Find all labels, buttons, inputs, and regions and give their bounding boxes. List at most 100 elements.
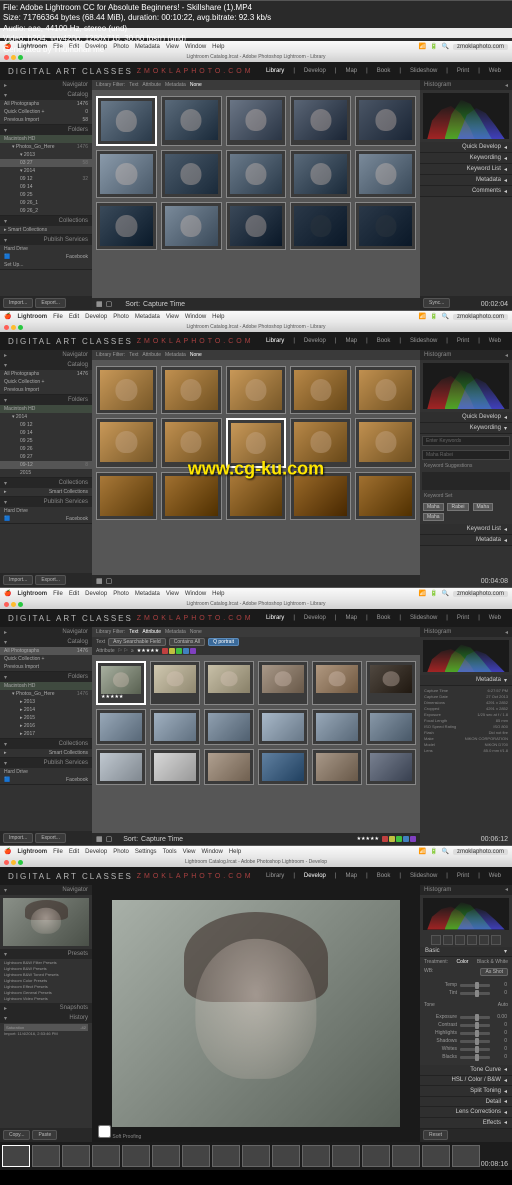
reset-button[interactable]: Reset bbox=[423, 1130, 448, 1140]
spot-tool-icon[interactable] bbox=[443, 935, 453, 945]
thumbnail[interactable] bbox=[290, 96, 351, 146]
gradient-tool-icon[interactable] bbox=[467, 935, 477, 945]
module-library[interactable]: Library bbox=[263, 68, 287, 74]
thumbnail[interactable] bbox=[226, 366, 287, 414]
thumbnail[interactable] bbox=[96, 96, 157, 146]
thumbnail[interactable] bbox=[96, 709, 146, 745]
thumbnail[interactable] bbox=[150, 709, 200, 745]
thumbnail[interactable] bbox=[96, 749, 146, 785]
thumbnail[interactable] bbox=[366, 661, 416, 705]
thumbnail[interactable] bbox=[290, 472, 351, 520]
thumbnail[interactable] bbox=[96, 418, 157, 468]
soft-proofing-checkbox[interactable] bbox=[98, 1125, 111, 1138]
thumbnail[interactable] bbox=[96, 150, 157, 198]
quick-develop-section[interactable]: Quick Develop◂ bbox=[420, 142, 512, 153]
thumbnail[interactable] bbox=[226, 96, 287, 146]
catalog-quick[interactable]: Quick Collection +0 bbox=[0, 108, 92, 116]
keywording-section[interactable]: Keywording◂ bbox=[420, 153, 512, 164]
thumbnail[interactable] bbox=[204, 661, 254, 705]
thumbnail[interactable] bbox=[161, 96, 222, 146]
filmstrip[interactable] bbox=[0, 1142, 512, 1170]
grid-view-icon[interactable]: ▦ bbox=[96, 300, 103, 308]
copy-button[interactable]: Copy... bbox=[3, 1130, 30, 1140]
thumbnail[interactable] bbox=[226, 150, 287, 198]
module-develop[interactable]: Develop bbox=[301, 68, 329, 74]
thumbnail[interactable] bbox=[161, 202, 222, 250]
identity-plate: DIGITAL ART CLASSES ZMOKLAPHOTO.COM Libr… bbox=[0, 62, 512, 80]
thumbnail[interactable] bbox=[355, 472, 416, 520]
keyword-list-section[interactable]: Keyword List◂ bbox=[420, 164, 512, 175]
redeye-tool-icon[interactable] bbox=[455, 935, 465, 945]
thumbnail[interactable] bbox=[355, 96, 416, 146]
thumbnail[interactable] bbox=[290, 150, 351, 198]
search-icon[interactable]: 🔍 bbox=[441, 43, 448, 50]
file-info-overlay: File: Adobe Lightroom CC for Absolute Be… bbox=[0, 0, 274, 58]
export-button[interactable]: Export... bbox=[35, 298, 66, 308]
import-button[interactable]: Import... bbox=[3, 298, 33, 308]
comments-section[interactable]: Comments◂ bbox=[420, 186, 512, 197]
publish-header: ▾Publish Services bbox=[0, 235, 92, 245]
thumbnail[interactable] bbox=[355, 366, 416, 414]
wifi-icon[interactable]: 📶 bbox=[419, 43, 426, 50]
watermark: www.cg-ku.com bbox=[188, 458, 324, 479]
contains-dropdown[interactable]: Contains All bbox=[169, 638, 205, 646]
thumbnail[interactable] bbox=[226, 202, 287, 250]
catalog-all[interactable]: All Photographs1476 bbox=[0, 100, 92, 108]
thumbnail[interactable] bbox=[355, 418, 416, 468]
module-book[interactable]: Book bbox=[374, 68, 394, 74]
exposure-slider[interactable]: Exposure0.00 bbox=[425, 1014, 507, 1020]
sync-button[interactable]: Sync... bbox=[423, 298, 450, 308]
search-text[interactable]: Q portrait bbox=[208, 638, 239, 646]
keyword-input[interactable]: Enter Keywords bbox=[422, 436, 510, 446]
brush-tool-icon[interactable] bbox=[491, 935, 501, 945]
macos-menu-bar: 🍎Lightroom FileEditDevelopPhotoMetadataV… bbox=[0, 311, 512, 322]
thumbnail[interactable] bbox=[312, 661, 362, 705]
thumbnail[interactable]: ★★★★★ bbox=[96, 661, 146, 705]
applied-keyword[interactable]: Maha Rabei bbox=[422, 450, 510, 460]
thumbnail[interactable] bbox=[312, 749, 362, 785]
thumbnail[interactable] bbox=[258, 749, 308, 785]
metadata-section[interactable]: Metadata◂ bbox=[420, 175, 512, 186]
module-print[interactable]: Print bbox=[454, 68, 472, 74]
module-slideshow[interactable]: Slideshow bbox=[407, 68, 440, 74]
thumbnail[interactable] bbox=[290, 366, 351, 414]
catalog-prev[interactable]: Previous Import58 bbox=[0, 116, 92, 124]
right-panel: Histogram◂ Quick Develop◂ Keywording◂ Ke… bbox=[420, 80, 512, 310]
thumbnail[interactable] bbox=[161, 366, 222, 414]
paste-button[interactable]: Paste bbox=[32, 1130, 57, 1140]
thumbnail[interactable] bbox=[161, 150, 222, 198]
thumbnail[interactable] bbox=[258, 661, 308, 705]
folder-item[interactable]: ▾ Photos_Go_Here1476 bbox=[0, 143, 92, 151]
thumbnail[interactable] bbox=[161, 472, 222, 520]
battery-icon[interactable]: 🔋 bbox=[430, 43, 437, 50]
radial-tool-icon[interactable] bbox=[479, 935, 489, 945]
navigator-header: ▸Navigator bbox=[0, 80, 92, 90]
thumbnail[interactable] bbox=[366, 709, 416, 745]
thumbnail[interactable] bbox=[366, 749, 416, 785]
module-web[interactable]: Web bbox=[486, 68, 504, 74]
collections-header: ▾Collections bbox=[0, 216, 92, 226]
thumbnail[interactable] bbox=[258, 709, 308, 745]
thumbnail[interactable] bbox=[96, 366, 157, 414]
thumbnail[interactable] bbox=[150, 661, 200, 705]
thumbnail[interactable] bbox=[355, 150, 416, 198]
loupe-view-icon[interactable]: ▢ bbox=[106, 300, 113, 308]
search-field-dropdown[interactable]: Any Searchable Field bbox=[108, 638, 166, 646]
thumbnail[interactable] bbox=[312, 709, 362, 745]
module-map[interactable]: Map bbox=[342, 68, 360, 74]
thumbnail[interactable] bbox=[96, 472, 157, 520]
tint-slider[interactable]: Tint0 bbox=[425, 990, 507, 996]
crop-tool-icon[interactable] bbox=[431, 935, 441, 945]
thumbnail[interactable] bbox=[96, 202, 157, 250]
thumbnail[interactable] bbox=[355, 202, 416, 250]
library-filter: Library Filter: Text Attribute Metadata … bbox=[92, 80, 420, 90]
thumbnail[interactable] bbox=[226, 472, 287, 520]
thumbnail[interactable] bbox=[150, 749, 200, 785]
temp-slider[interactable]: Temp0 bbox=[425, 982, 507, 988]
thumbnail[interactable] bbox=[204, 709, 254, 745]
navigator-preview bbox=[0, 895, 92, 949]
thumbnail[interactable] bbox=[204, 749, 254, 785]
histogram bbox=[423, 93, 509, 139]
folder-drive[interactable]: Macintosh HD bbox=[0, 135, 92, 143]
thumbnail[interactable] bbox=[290, 202, 351, 250]
